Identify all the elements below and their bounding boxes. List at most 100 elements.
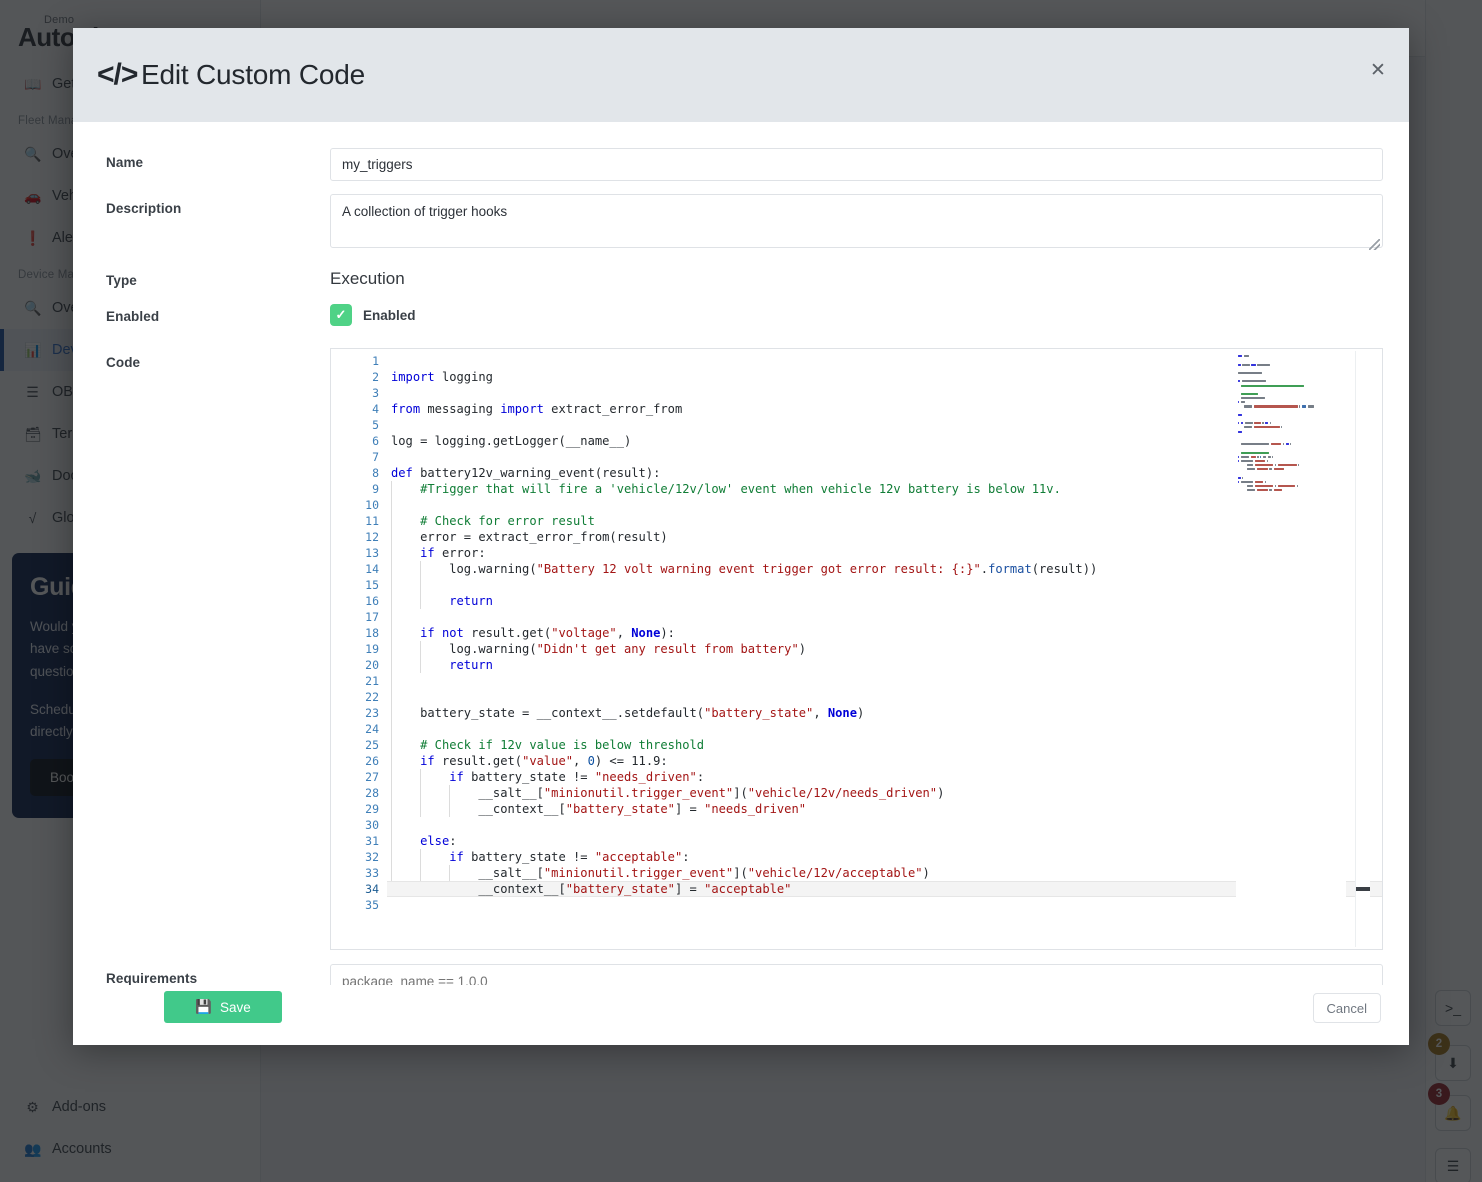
- editor-code-area[interactable]: import logging from messaging import ext…: [387, 349, 1382, 949]
- line-number: 19: [365, 642, 379, 656]
- type-row: Type Execution: [90, 266, 1383, 289]
- minimap-line: [1236, 380, 1346, 383]
- minimap-line: [1236, 418, 1346, 421]
- code-line[interactable]: [387, 689, 1382, 705]
- code-line[interactable]: [387, 673, 1382, 689]
- line-number: 17: [365, 610, 379, 624]
- code-line[interactable]: def battery12v_warning_event(result):: [387, 465, 1382, 481]
- close-icon[interactable]: ✕: [1363, 55, 1393, 85]
- code-row: Code 1 2 3 4 5 6 7 8 9 10 11 12 13 14 15 16 17 18 19 20 21 22…: [90, 348, 1383, 950]
- line-number: 25: [365, 738, 379, 752]
- line-number: 11: [365, 514, 379, 528]
- minimap-line: [1236, 426, 1346, 429]
- code-line[interactable]: # Check if 12v value is below threshold: [387, 737, 1382, 753]
- code-label: Code: [106, 355, 141, 370]
- line-number: 5: [372, 418, 379, 432]
- minimap-line: [1236, 435, 1346, 438]
- description-textarea[interactable]: A collection of trigger hooks: [330, 194, 1383, 248]
- code-line[interactable]: __context__["battery_state"] = "acceptab…: [387, 881, 1382, 897]
- minimap-line: [1236, 468, 1346, 471]
- code-line[interactable]: return: [387, 593, 1382, 609]
- modal-header: </> Edit Custom Code ✕: [73, 28, 1409, 122]
- code-line[interactable]: [387, 497, 1382, 513]
- code-line[interactable]: [387, 577, 1382, 593]
- name-input[interactable]: [330, 148, 1383, 181]
- description-row: Description A collection of trigger hook…: [90, 194, 1383, 253]
- code-line[interactable]: if battery_state != "needs_driven":: [387, 769, 1382, 785]
- type-value: Execution: [330, 269, 405, 288]
- code-line[interactable]: log.warning("Battery 12 volt warning eve…: [387, 561, 1382, 577]
- line-number: 32: [365, 850, 379, 864]
- code-line[interactable]: if not result.get("voltage", None):: [387, 625, 1382, 641]
- line-number: 30: [365, 818, 379, 832]
- code-line[interactable]: from messaging import extract_error_from: [387, 401, 1382, 417]
- editor-minimap[interactable]: [1236, 351, 1346, 931]
- code-line[interactable]: __context__["battery_state"] = "needs_dr…: [387, 801, 1382, 817]
- code-line[interactable]: log = logging.getLogger(__name__): [387, 433, 1382, 449]
- minimap-line: [1236, 459, 1346, 463]
- minimap-line: [1236, 443, 1346, 446]
- save-button-label: Save: [220, 999, 251, 1015]
- code-line[interactable]: [387, 609, 1382, 625]
- line-number: 14: [365, 562, 379, 576]
- code-line[interactable]: [387, 817, 1382, 833]
- code-line[interactable]: import logging: [387, 369, 1382, 385]
- minimap-line: [1236, 430, 1346, 434]
- code-line[interactable]: [387, 897, 1382, 913]
- code-line[interactable]: return: [387, 657, 1382, 673]
- code-line[interactable]: __salt__["minionutil.trigger_event"]("ve…: [387, 785, 1382, 801]
- line-number: 16: [365, 594, 379, 608]
- line-number: 15: [365, 578, 379, 592]
- requirements-textarea[interactable]: [330, 964, 1383, 985]
- name-row: Name: [90, 148, 1383, 181]
- enabled-checkbox-label: Enabled: [363, 307, 416, 323]
- code-line[interactable]: log.warning("Didn't get any result from …: [387, 641, 1382, 657]
- minimap-line: [1236, 371, 1346, 375]
- minimap-line: [1236, 489, 1346, 492]
- line-number: 29: [365, 802, 379, 816]
- code-line[interactable]: if error:: [387, 545, 1382, 561]
- line-number: 12: [365, 530, 379, 544]
- code-line[interactable]: error = extract_error_from(result): [387, 529, 1382, 545]
- minimap-line: [1236, 480, 1346, 484]
- code-editor[interactable]: 1 2 3 4 5 6 7 8 9 10 11 12 13 14 15 16 17 18 19 20 21 22 23 24 2…: [330, 348, 1383, 950]
- editor-cursor-marker: [1356, 887, 1370, 891]
- minimap-line: [1236, 384, 1346, 388]
- line-number: 33: [365, 866, 379, 880]
- code-line[interactable]: __salt__["minionutil.trigger_event"]("ve…: [387, 865, 1382, 881]
- minimap-line: [1236, 397, 1346, 400]
- code-line[interactable]: [387, 721, 1382, 737]
- line-number: 3: [372, 386, 379, 400]
- minimap-line: [1236, 410, 1346, 413]
- code-line[interactable]: if battery_state != "acceptable":: [387, 849, 1382, 865]
- modal-body: Name Description A collection of trigger…: [73, 122, 1409, 985]
- minimap-line: [1236, 376, 1346, 379]
- minimap-line: [1236, 476, 1346, 480]
- name-label: Name: [106, 155, 144, 170]
- line-number: 8: [372, 466, 379, 480]
- code-brackets-icon: </>: [97, 58, 138, 91]
- code-line[interactable]: # Check for error result: [387, 513, 1382, 529]
- code-line[interactable]: [387, 417, 1382, 433]
- editor-scrollbar[interactable]: [1356, 351, 1370, 947]
- enabled-checkbox[interactable]: ✓: [330, 304, 352, 326]
- minimap-line: [1236, 464, 1346, 467]
- save-button[interactable]: 💾 Save: [164, 991, 282, 1023]
- line-number: 13: [365, 546, 379, 560]
- code-line[interactable]: else:: [387, 833, 1382, 849]
- cancel-button[interactable]: Cancel: [1312, 993, 1381, 1023]
- code-line[interactable]: [387, 353, 1382, 369]
- code-line[interactable]: if result.get("value", 0) <= 11.9:: [387, 753, 1382, 769]
- floppy-disk-icon: 💾: [195, 999, 213, 1014]
- minimap-line: [1236, 485, 1346, 488]
- line-number: 31: [365, 834, 379, 848]
- line-number: 18: [365, 626, 379, 640]
- code-line[interactable]: [387, 385, 1382, 401]
- line-number: 7: [372, 450, 379, 464]
- line-number: 27: [365, 770, 379, 784]
- code-line[interactable]: battery_state = __context__.setdefault("…: [387, 705, 1382, 721]
- line-number: 10: [365, 498, 379, 512]
- code-line[interactable]: #Trigger that will fire a 'vehicle/12v/l…: [387, 481, 1382, 497]
- code-line[interactable]: [387, 449, 1382, 465]
- minimap-line: [1236, 359, 1346, 362]
